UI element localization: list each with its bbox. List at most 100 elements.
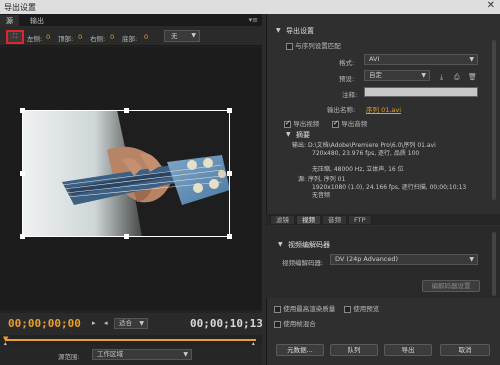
- source-range-row: 源范围: 工作区域 ▼: [0, 345, 262, 365]
- crop-ratio-dropdown[interactable]: 无 ▼: [164, 30, 200, 42]
- chevron-down-icon: ▼: [469, 256, 474, 263]
- crop-handle-top-left[interactable]: [20, 108, 25, 113]
- summary-header: 摘要: [296, 131, 310, 139]
- crop-top-value[interactable]: 0: [78, 33, 82, 41]
- crop-right-label: 右侧:: [90, 35, 106, 43]
- comment-input[interactable]: [364, 87, 478, 97]
- codec-collapse-icon[interactable]: ▼: [278, 241, 283, 248]
- comment-label: 注释:: [342, 91, 358, 99]
- max-render-checkbox[interactable]: [274, 305, 281, 313]
- output-name-label: 输出名称:: [327, 106, 356, 114]
- crop-icon[interactable]: ⛶: [6, 30, 24, 44]
- window-title: 导出设置: [4, 3, 36, 12]
- collapse-icon[interactable]: ▼: [276, 27, 281, 34]
- out-timecode: 00;00;10;13: [190, 317, 263, 330]
- match-sequence-checkbox[interactable]: [286, 42, 293, 50]
- summary-source-line1: 序列, 序列 01: [307, 176, 346, 183]
- tab-audio[interactable]: 音频: [322, 215, 347, 225]
- save-preset-icon[interactable]: ⤓: [440, 73, 443, 82]
- source-range-label: 源范围:: [58, 353, 80, 361]
- format-label: 格式:: [339, 59, 355, 67]
- crop-handle-left[interactable]: [20, 171, 25, 176]
- fit-value: 适合: [119, 319, 132, 327]
- preset-value: 自定: [369, 71, 382, 79]
- crop-handle-right[interactable]: [227, 171, 232, 176]
- crop-bottom-value[interactable]: 0: [144, 33, 148, 41]
- crop-left-value[interactable]: 0: [46, 33, 50, 41]
- use-preview-checkbox[interactable]: [344, 305, 351, 313]
- export-button[interactable]: 导出: [384, 344, 432, 356]
- chevron-down-icon: ▼: [469, 56, 474, 63]
- chevron-down-icon: ▼: [139, 320, 144, 327]
- chevron-down-icon: ▼: [183, 351, 188, 358]
- export-video-row[interactable]: 导出视频: [284, 118, 319, 128]
- use-preview-label: 使用预览: [353, 305, 380, 313]
- settings-scrollbar[interactable]: [492, 40, 496, 200]
- codec-scrollbar[interactable]: [492, 232, 496, 296]
- crop-handle-top-right[interactable]: [227, 108, 232, 113]
- queue-button[interactable]: 队列: [330, 344, 378, 356]
- export-audio-row[interactable]: 导出音频: [332, 118, 367, 128]
- source-range-value: 工作区域: [97, 350, 123, 358]
- crop-top-label: 顶部:: [58, 35, 74, 43]
- set-in-icon[interactable]: ▸: [92, 319, 96, 327]
- frame-blend-row[interactable]: 使用帧混合: [274, 318, 316, 328]
- format-dropdown[interactable]: AVI ▼: [364, 54, 478, 65]
- metadata-button[interactable]: 元数据...: [276, 344, 324, 356]
- crop-right-value[interactable]: 0: [110, 33, 114, 41]
- export-video-checkbox[interactable]: [284, 119, 291, 128]
- tab-source[interactable]: 源: [0, 15, 19, 26]
- output-name-link[interactable]: 序列 01.avi: [366, 104, 401, 114]
- max-render-row[interactable]: 使用最高渲染质量: [274, 303, 335, 313]
- fit-dropdown[interactable]: 适合 ▼: [114, 318, 148, 329]
- preset-label: 预设:: [339, 75, 355, 83]
- export-audio-label: 导出音频: [341, 120, 368, 128]
- crop-toolbar: ⛶ 左侧: 0 顶部: 0 右侧: 0 底部: 0 无 ▼: [0, 26, 262, 46]
- codec-settings-button[interactable]: 编解码器设置: [422, 280, 480, 292]
- summary-output: 输出: D:\文档\Adobe\Premiere Pro\6.0\序列 01.a…: [292, 142, 492, 200]
- summary-source-label: 源:: [298, 176, 307, 183]
- video-codec-label: 视频编解码器:: [282, 259, 324, 267]
- summary-collapse-icon[interactable]: ▼: [286, 131, 291, 138]
- summary-output-line3: 无压缩, 48000 Hz, 立体声, 16 位: [312, 166, 404, 173]
- close-icon[interactable]: ✕: [487, 0, 495, 11]
- preset-dropdown[interactable]: 自定 ▼: [364, 70, 430, 81]
- summary-source-line2: 1920x1080 (1.0), 24.166 fps, 逐行扫描, 00;00…: [312, 184, 467, 191]
- max-render-label: 使用最高渲染质量: [283, 305, 336, 313]
- panel-menu-icon[interactable]: ▾≡: [249, 16, 258, 24]
- chevron-down-icon: ▼: [191, 32, 196, 39]
- set-out-icon[interactable]: ◂: [104, 319, 108, 327]
- settings-tabs: 滤镜 视频 音频 FTP: [266, 214, 500, 225]
- summary-source-line3: 无音频: [312, 192, 331, 199]
- chevron-down-icon: ▼: [421, 72, 426, 79]
- match-sequence-row[interactable]: 与序列设置匹配: [286, 40, 341, 50]
- match-sequence-label: 与序列设置匹配: [295, 42, 341, 50]
- format-value: AVI: [369, 55, 380, 63]
- crop-bottom-label: 底部:: [122, 35, 138, 43]
- crop-frame[interactable]: [20, 108, 232, 239]
- summary-output-label: 输出:: [292, 142, 307, 149]
- export-settings-header: 导出设置: [286, 27, 314, 35]
- cancel-button[interactable]: 取消: [440, 344, 490, 356]
- crop-handle-bottom-left[interactable]: [20, 234, 25, 239]
- crop-handle-bottom-right[interactable]: [227, 234, 232, 239]
- summary-output-path: D:\文档\Adobe\Premiere Pro\6.0\序列 01.avi: [307, 142, 436, 149]
- in-timecode[interactable]: 00;00;00;00: [8, 317, 81, 330]
- tab-output[interactable]: 输出: [24, 15, 50, 26]
- tab-video[interactable]: 视频: [296, 215, 321, 225]
- frame-blend-checkbox[interactable]: [274, 320, 281, 328]
- source-range-dropdown[interactable]: 工作区域 ▼: [92, 349, 192, 360]
- delete-preset-icon[interactable]: 🗑: [468, 73, 477, 81]
- video-codec-dropdown[interactable]: DV (24p Advanced) ▼: [330, 254, 478, 265]
- import-preset-icon[interactable]: ⎙: [454, 73, 460, 82]
- export-video-label: 导出视频: [293, 120, 320, 128]
- timeline-scrubber[interactable]: ▼ ▲ ▲: [0, 335, 262, 348]
- left-tabs: 源 输出 ▾≡: [0, 14, 262, 26]
- use-preview-row[interactable]: 使用预览: [344, 303, 379, 313]
- crop-handle-top[interactable]: [124, 108, 129, 113]
- tab-filters[interactable]: 滤镜: [270, 215, 295, 225]
- export-audio-checkbox[interactable]: [332, 119, 339, 128]
- crop-handle-bottom[interactable]: [124, 234, 129, 239]
- work-area-track[interactable]: [6, 339, 256, 341]
- tab-ftp[interactable]: FTP: [348, 215, 372, 225]
